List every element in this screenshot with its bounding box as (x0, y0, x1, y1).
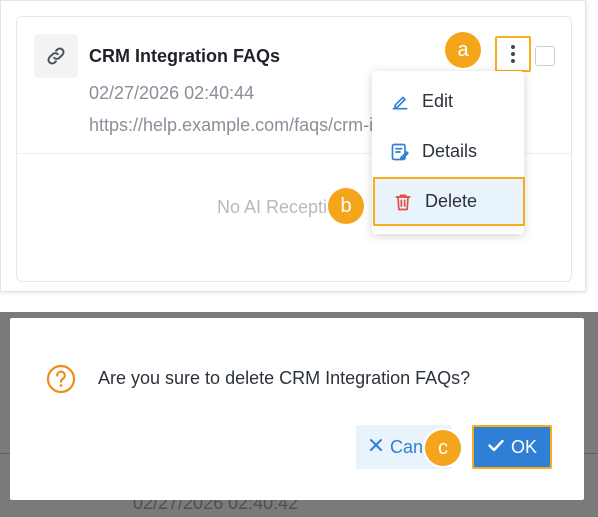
callout-marker-a: a (445, 32, 481, 68)
more-dot-icon (511, 59, 515, 63)
delete-confirm-dialog: Are you sure to delete CRM Integration F… (10, 318, 584, 500)
trash-icon (393, 192, 413, 212)
menu-item-label: Delete (425, 191, 478, 211)
more-dot-icon (511, 52, 515, 56)
menu-item-delete[interactable]: Delete (373, 177, 525, 226)
menu-item-details[interactable]: Details (372, 127, 524, 176)
check-icon (487, 436, 505, 459)
link-icon (34, 34, 78, 78)
menu-item-edit[interactable]: Edit (372, 77, 524, 126)
ok-label: OK (510, 436, 537, 457)
knowledge-panel: CRM Integration FAQs 02/27/2026 02:40:44… (0, 0, 586, 292)
document-edit-icon (390, 142, 410, 162)
more-options-button[interactable] (495, 36, 531, 72)
callout-marker-c: c (425, 430, 461, 466)
knowledge-date: 02/27/2026 02:40:44 (89, 83, 255, 103)
question-circle-icon (46, 364, 76, 394)
select-checkbox[interactable] (535, 46, 555, 66)
menu-item-label: Details (422, 141, 478, 161)
ok-button[interactable]: OK (472, 425, 552, 469)
more-dot-icon (511, 45, 515, 49)
callout-marker-b: b (328, 188, 364, 224)
close-icon (368, 437, 384, 458)
dialog-message: Are you sure to delete CRM Integration F… (98, 368, 471, 388)
menu-item-label: Edit (422, 91, 454, 111)
options-dropdown-menu: Edit Details Delete (372, 71, 525, 234)
pencil-icon (390, 92, 410, 112)
knowledge-title: CRM Integration FAQs (89, 46, 281, 66)
